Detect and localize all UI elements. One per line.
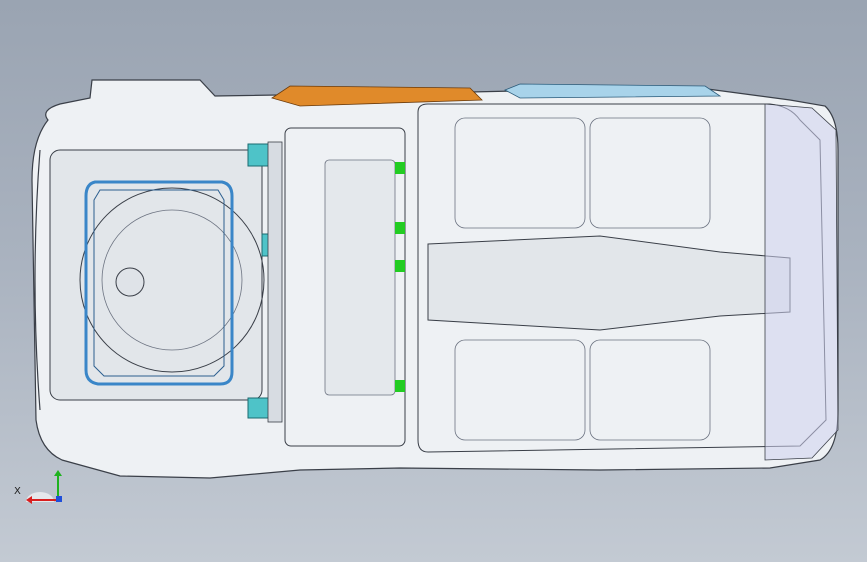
seat-pan bbox=[324, 159, 396, 396]
x-axis-label: X bbox=[14, 486, 21, 497]
green-clip-3 bbox=[395, 260, 405, 272]
z-axis-marker bbox=[56, 496, 62, 502]
graphics-viewport[interactable]: X bbox=[0, 0, 867, 562]
cyan-bracket-top bbox=[247, 143, 271, 167]
y-axis-head bbox=[54, 470, 62, 476]
cyan-bracket-bottom bbox=[247, 397, 271, 419]
car-floor-model[interactable] bbox=[0, 0, 867, 562]
rear-crossmember bbox=[267, 141, 283, 423]
green-clip-2 bbox=[395, 222, 405, 234]
front-end-panel bbox=[764, 103, 839, 461]
coordinate-triad-icon: X bbox=[14, 470, 62, 504]
green-clip-1 bbox=[395, 162, 405, 174]
green-clip-4 bbox=[395, 380, 405, 392]
wheel-well-inner bbox=[115, 267, 145, 297]
blue-rail-part bbox=[504, 83, 722, 99]
